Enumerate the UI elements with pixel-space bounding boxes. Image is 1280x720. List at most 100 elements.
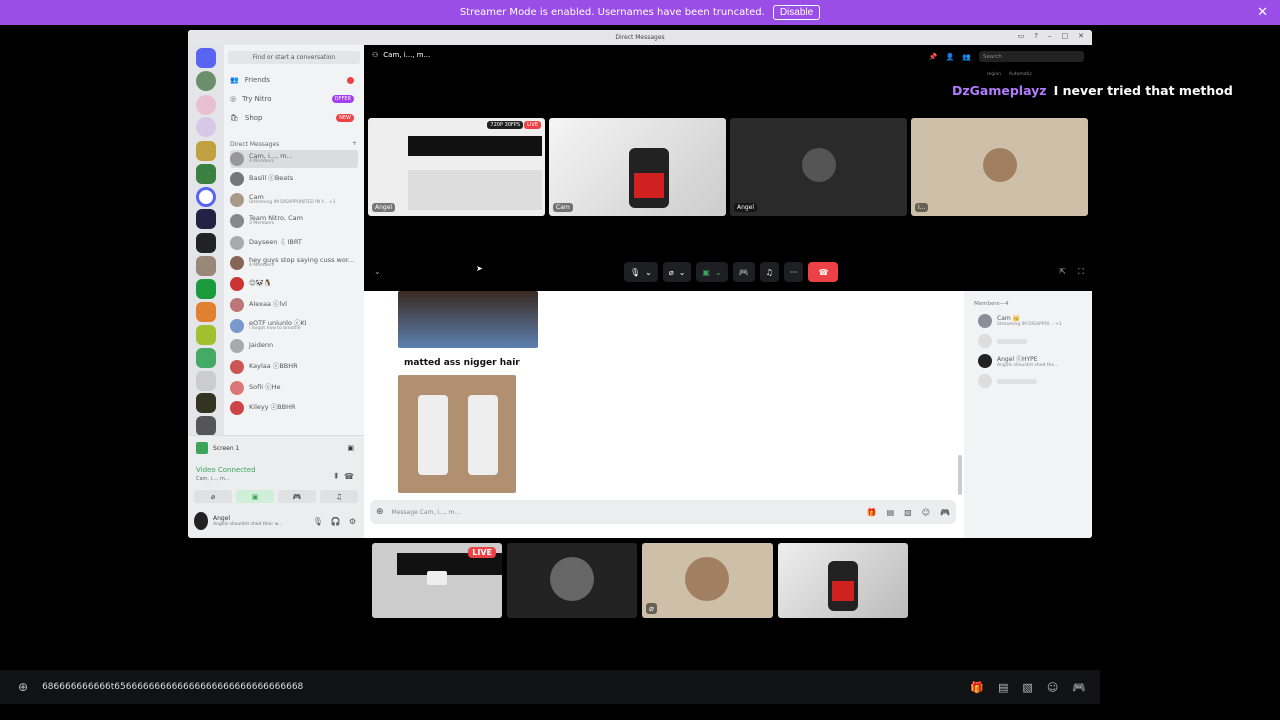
nav-friends[interactable]: 👥 Friends: [230, 73, 358, 87]
screen-share-button[interactable]: ▣: [236, 490, 274, 503]
gift-icon[interactable]: 🎁: [970, 681, 984, 694]
camera-toggle-button[interactable]: ⌀: [194, 490, 232, 503]
server-icon[interactable]: [196, 371, 216, 391]
window-close-icon[interactable]: ✕: [1078, 32, 1084, 40]
home-icon[interactable]: [196, 48, 216, 68]
mute-button[interactable]: 🎙 ⌄: [624, 262, 658, 282]
minimize-icon[interactable]: –: [1048, 32, 1052, 40]
more-button[interactable]: ···: [783, 262, 804, 282]
dm-item[interactable]: Alexaa ⓒlvl: [230, 296, 358, 314]
screen-share-button[interactable]: ▣ ⌄: [696, 262, 728, 282]
avatar[interactable]: [194, 512, 208, 530]
dm-item[interactable]: Cam, i..., m... 4 Members: [230, 150, 358, 168]
dm-item[interactable]: Cam Streaming IM DISAPPOINTED IN Y... +1: [230, 191, 358, 209]
close-icon[interactable]: ✕: [1257, 5, 1268, 20]
dm-item[interactable]: eOTF uniunlo ⓒKI i forgot how to breathe: [230, 317, 358, 335]
microphone-icon[interactable]: 🎙: [313, 517, 323, 526]
server-icon[interactable]: [196, 302, 216, 322]
image-attachment[interactable]: [398, 291, 538, 348]
create-dm-icon[interactable]: +: [352, 140, 357, 147]
scrollbar[interactable]: [958, 455, 962, 495]
server-icon[interactable]: [196, 416, 216, 436]
dm-item[interactable]: Kileyy ⓒBBHR: [230, 399, 358, 417]
apps-icon[interactable]: 🎮: [1072, 681, 1086, 694]
video-tile-angel[interactable]: Angel: [730, 118, 907, 216]
gear-icon[interactable]: ⚙: [349, 517, 356, 526]
stream-preview-tile[interactable]: LIVE: [372, 543, 502, 618]
region-selector[interactable]: region Automatic: [987, 72, 1032, 77]
server-icon[interactable]: [196, 393, 216, 413]
search-input[interactable]: Search: [979, 51, 1084, 62]
noise-suppression-icon[interactable]: 𝄃𝄃: [335, 472, 338, 481]
leave-call-button[interactable]: ☎: [808, 262, 839, 282]
nav-shop[interactable]: 🛍 Shop NEW: [230, 111, 358, 125]
dm-item[interactable]: Sofii ⓒHe: [230, 379, 358, 397]
chevron-down-icon[interactable]: ⌄: [374, 267, 381, 276]
video-tile-member[interactable]: i...: [911, 118, 1088, 216]
dm-item[interactable]: Dayseen 🐇IBRT: [230, 234, 358, 252]
emoji-icon[interactable]: ☺: [922, 508, 930, 517]
popout-icon[interactable]: ▣: [347, 444, 354, 452]
member-item[interactable]: Angel ⓒHYPE Angels shouldnt shed the...: [978, 353, 1088, 369]
attach-icon[interactable]: ⊕: [376, 507, 384, 517]
message-input[interactable]: Message Cam, i..., m...: [392, 509, 461, 516]
dm-item[interactable]: Team Nitro, Cam 3 Members: [230, 212, 358, 230]
server-icon[interactable]: [196, 141, 216, 161]
fullscreen-icon[interactable]: ⛶: [1078, 267, 1084, 277]
server-icon[interactable]: [196, 164, 216, 184]
emoji-icon[interactable]: ☺: [1047, 681, 1058, 694]
activity-button[interactable]: 🎮: [278, 490, 316, 503]
add-member-icon[interactable]: 👤: [946, 53, 955, 61]
members-icon[interactable]: 👥: [962, 53, 971, 61]
participant-tile[interactable]: ⌀: [642, 543, 773, 618]
image-attachment[interactable]: [398, 375, 516, 493]
dm-item[interactable]: Kaylaa ⓒBBHR: [230, 358, 358, 376]
member-item[interactable]: [978, 373, 1088, 389]
member-item[interactable]: Cam 👑 Streaming IM DISAPPOI... +1: [978, 313, 1088, 329]
maximize-icon[interactable]: □: [1062, 32, 1069, 40]
participant-tile[interactable]: [507, 543, 637, 618]
dm-item[interactable]: Jaidenn: [230, 337, 358, 355]
disable-streamer-mode-button[interactable]: Disable: [772, 5, 821, 20]
camera-button[interactable]: ⌀ ⌄: [662, 262, 692, 282]
dm-item[interactable]: hey guys stop saying cuss wor... 4 Member…: [230, 254, 358, 272]
video-tile-cam[interactable]: Cam: [549, 118, 726, 216]
apps-icon[interactable]: 🎮: [940, 508, 950, 517]
soundboard-button[interactable]: ♫: [320, 490, 358, 503]
popout-icon[interactable]: ⇱: [1059, 267, 1066, 276]
server-icon[interactable]: [196, 71, 216, 91]
server-icon[interactable]: [196, 256, 216, 276]
member-item[interactable]: [978, 333, 1088, 349]
nav-try-nitro[interactable]: ◎ Try Nitro OFFER: [230, 92, 358, 106]
message-composer[interactable]: ⊕ Message Cam, i..., m... 🎁 ▤ ▧ ☺ 🎮: [370, 500, 956, 524]
sticker-icon[interactable]: ▧: [1022, 681, 1032, 694]
screen-share-item[interactable]: Screen 1: [196, 442, 239, 454]
gif-icon[interactable]: ▤: [887, 508, 895, 517]
gift-icon[interactable]: 🎁: [867, 508, 877, 517]
help-icon[interactable]: ?: [1034, 32, 1038, 40]
gif-icon[interactable]: ▤: [998, 681, 1008, 694]
server-icon[interactable]: [196, 209, 216, 229]
headphones-icon[interactable]: 🎧: [331, 517, 341, 526]
server-icon[interactable]: [196, 117, 216, 137]
server-icon[interactable]: [196, 325, 216, 345]
participant-tile[interactable]: [778, 543, 908, 618]
video-tile-stream[interactable]: 720P 30FPS LIVE Angel: [368, 118, 545, 216]
message-input[interactable]: 686666666666t656666666666666666666666666…: [42, 682, 303, 692]
server-icon[interactable]: [196, 279, 216, 299]
activity-button[interactable]: 🎮: [732, 262, 755, 282]
pin-icon[interactable]: 📌: [929, 53, 938, 61]
avatar: [230, 401, 244, 415]
dm-item[interactable]: 😊🐼🐧: [230, 275, 358, 293]
server-icon[interactable]: [196, 95, 216, 115]
inbox-icon[interactable]: ▭: [1018, 32, 1025, 40]
server-icon[interactable]: [196, 233, 216, 253]
disconnect-icon[interactable]: ☎: [344, 472, 354, 481]
dm-item[interactable]: Basill ⓒBeats: [230, 170, 358, 188]
soundboard-button[interactable]: ♫: [759, 262, 779, 282]
find-conversation-button[interactable]: Find or start a conversation: [228, 51, 360, 64]
server-icon[interactable]: [196, 348, 216, 368]
server-icon[interactable]: [196, 187, 216, 207]
attach-icon[interactable]: ⊕: [18, 680, 28, 694]
sticker-icon[interactable]: ▧: [904, 508, 912, 517]
